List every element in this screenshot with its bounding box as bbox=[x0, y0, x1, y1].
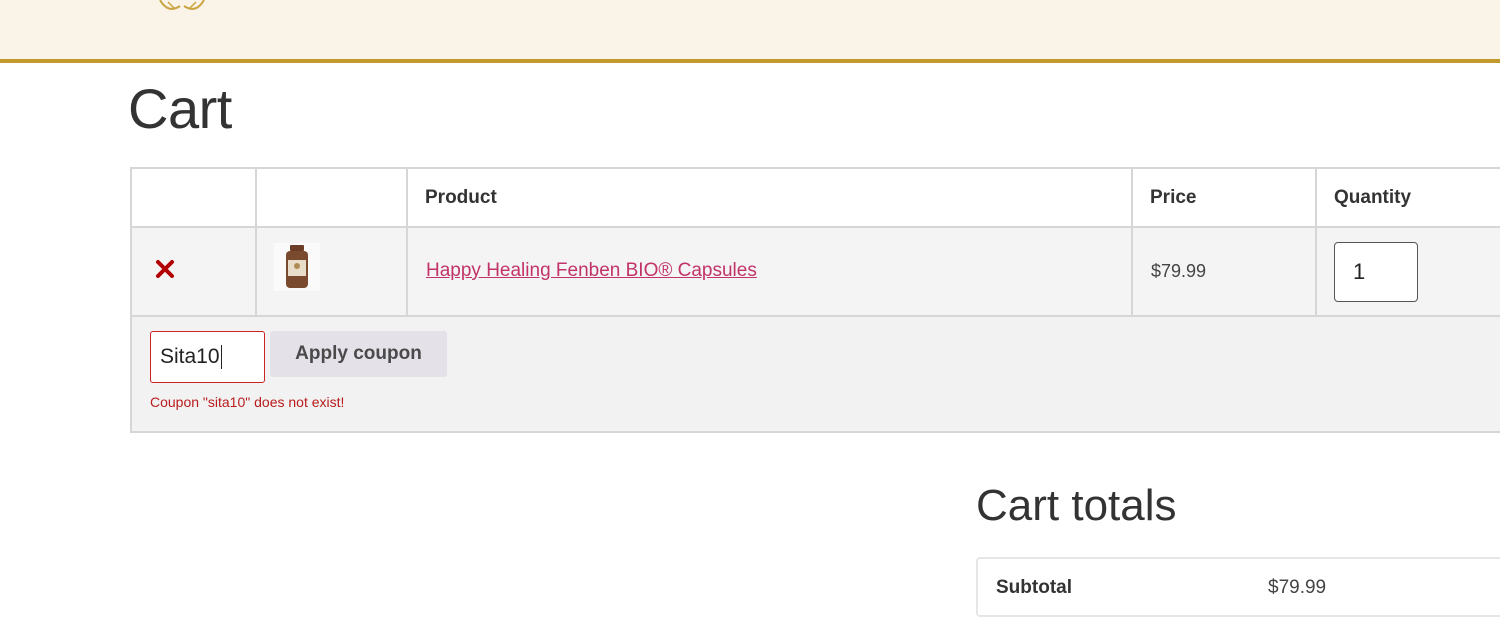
product-bottle-image bbox=[286, 245, 308, 288]
table-header-row: Product Price Quantity bbox=[132, 169, 1500, 228]
price-column-header: Price bbox=[1150, 187, 1197, 208]
logo-icon[interactable] bbox=[152, 0, 212, 12]
column-divider bbox=[1315, 169, 1317, 317]
apply-coupon-button[interactable]: Apply coupon bbox=[270, 331, 447, 377]
text-caret bbox=[220, 345, 223, 369]
cart-totals-table: Subtotal $79.99 bbox=[976, 557, 1500, 617]
close-icon[interactable] bbox=[154, 258, 176, 280]
product-column-header: Product bbox=[425, 187, 497, 208]
coupon-code-value: Sita10 bbox=[160, 345, 220, 368]
subtotal-value: $79.99 bbox=[1268, 577, 1327, 598]
site-header bbox=[0, 0, 1500, 63]
column-divider bbox=[1131, 169, 1133, 317]
coupon-error-message: Coupon "sita10" does not exist! bbox=[150, 394, 345, 410]
quantity-column-header: Quantity bbox=[1334, 187, 1412, 208]
cart-table: Product Price Quantity Happy Healing Fen… bbox=[130, 167, 1500, 433]
column-divider bbox=[255, 169, 257, 317]
quantity-input[interactable]: 1 bbox=[1334, 242, 1418, 302]
page-title: Cart bbox=[128, 77, 232, 140]
product-thumbnail[interactable] bbox=[274, 243, 320, 291]
subtotal-label: Subtotal bbox=[996, 577, 1072, 598]
product-link[interactable]: Happy Healing Fenben BIO® Capsules bbox=[426, 260, 757, 282]
table-row: Happy Healing Fenben BIO® Capsules $79.9… bbox=[132, 228, 1500, 317]
cart-totals-title: Cart totals bbox=[976, 481, 1177, 530]
product-price: $79.99 bbox=[1151, 261, 1207, 281]
coupon-code-input[interactable]: Sita10 bbox=[150, 331, 265, 383]
coupon-row: Sita10 Apply coupon Coupon "sita10" does… bbox=[132, 317, 1500, 431]
column-divider bbox=[406, 169, 408, 317]
quantity-value: 1 bbox=[1353, 259, 1366, 284]
